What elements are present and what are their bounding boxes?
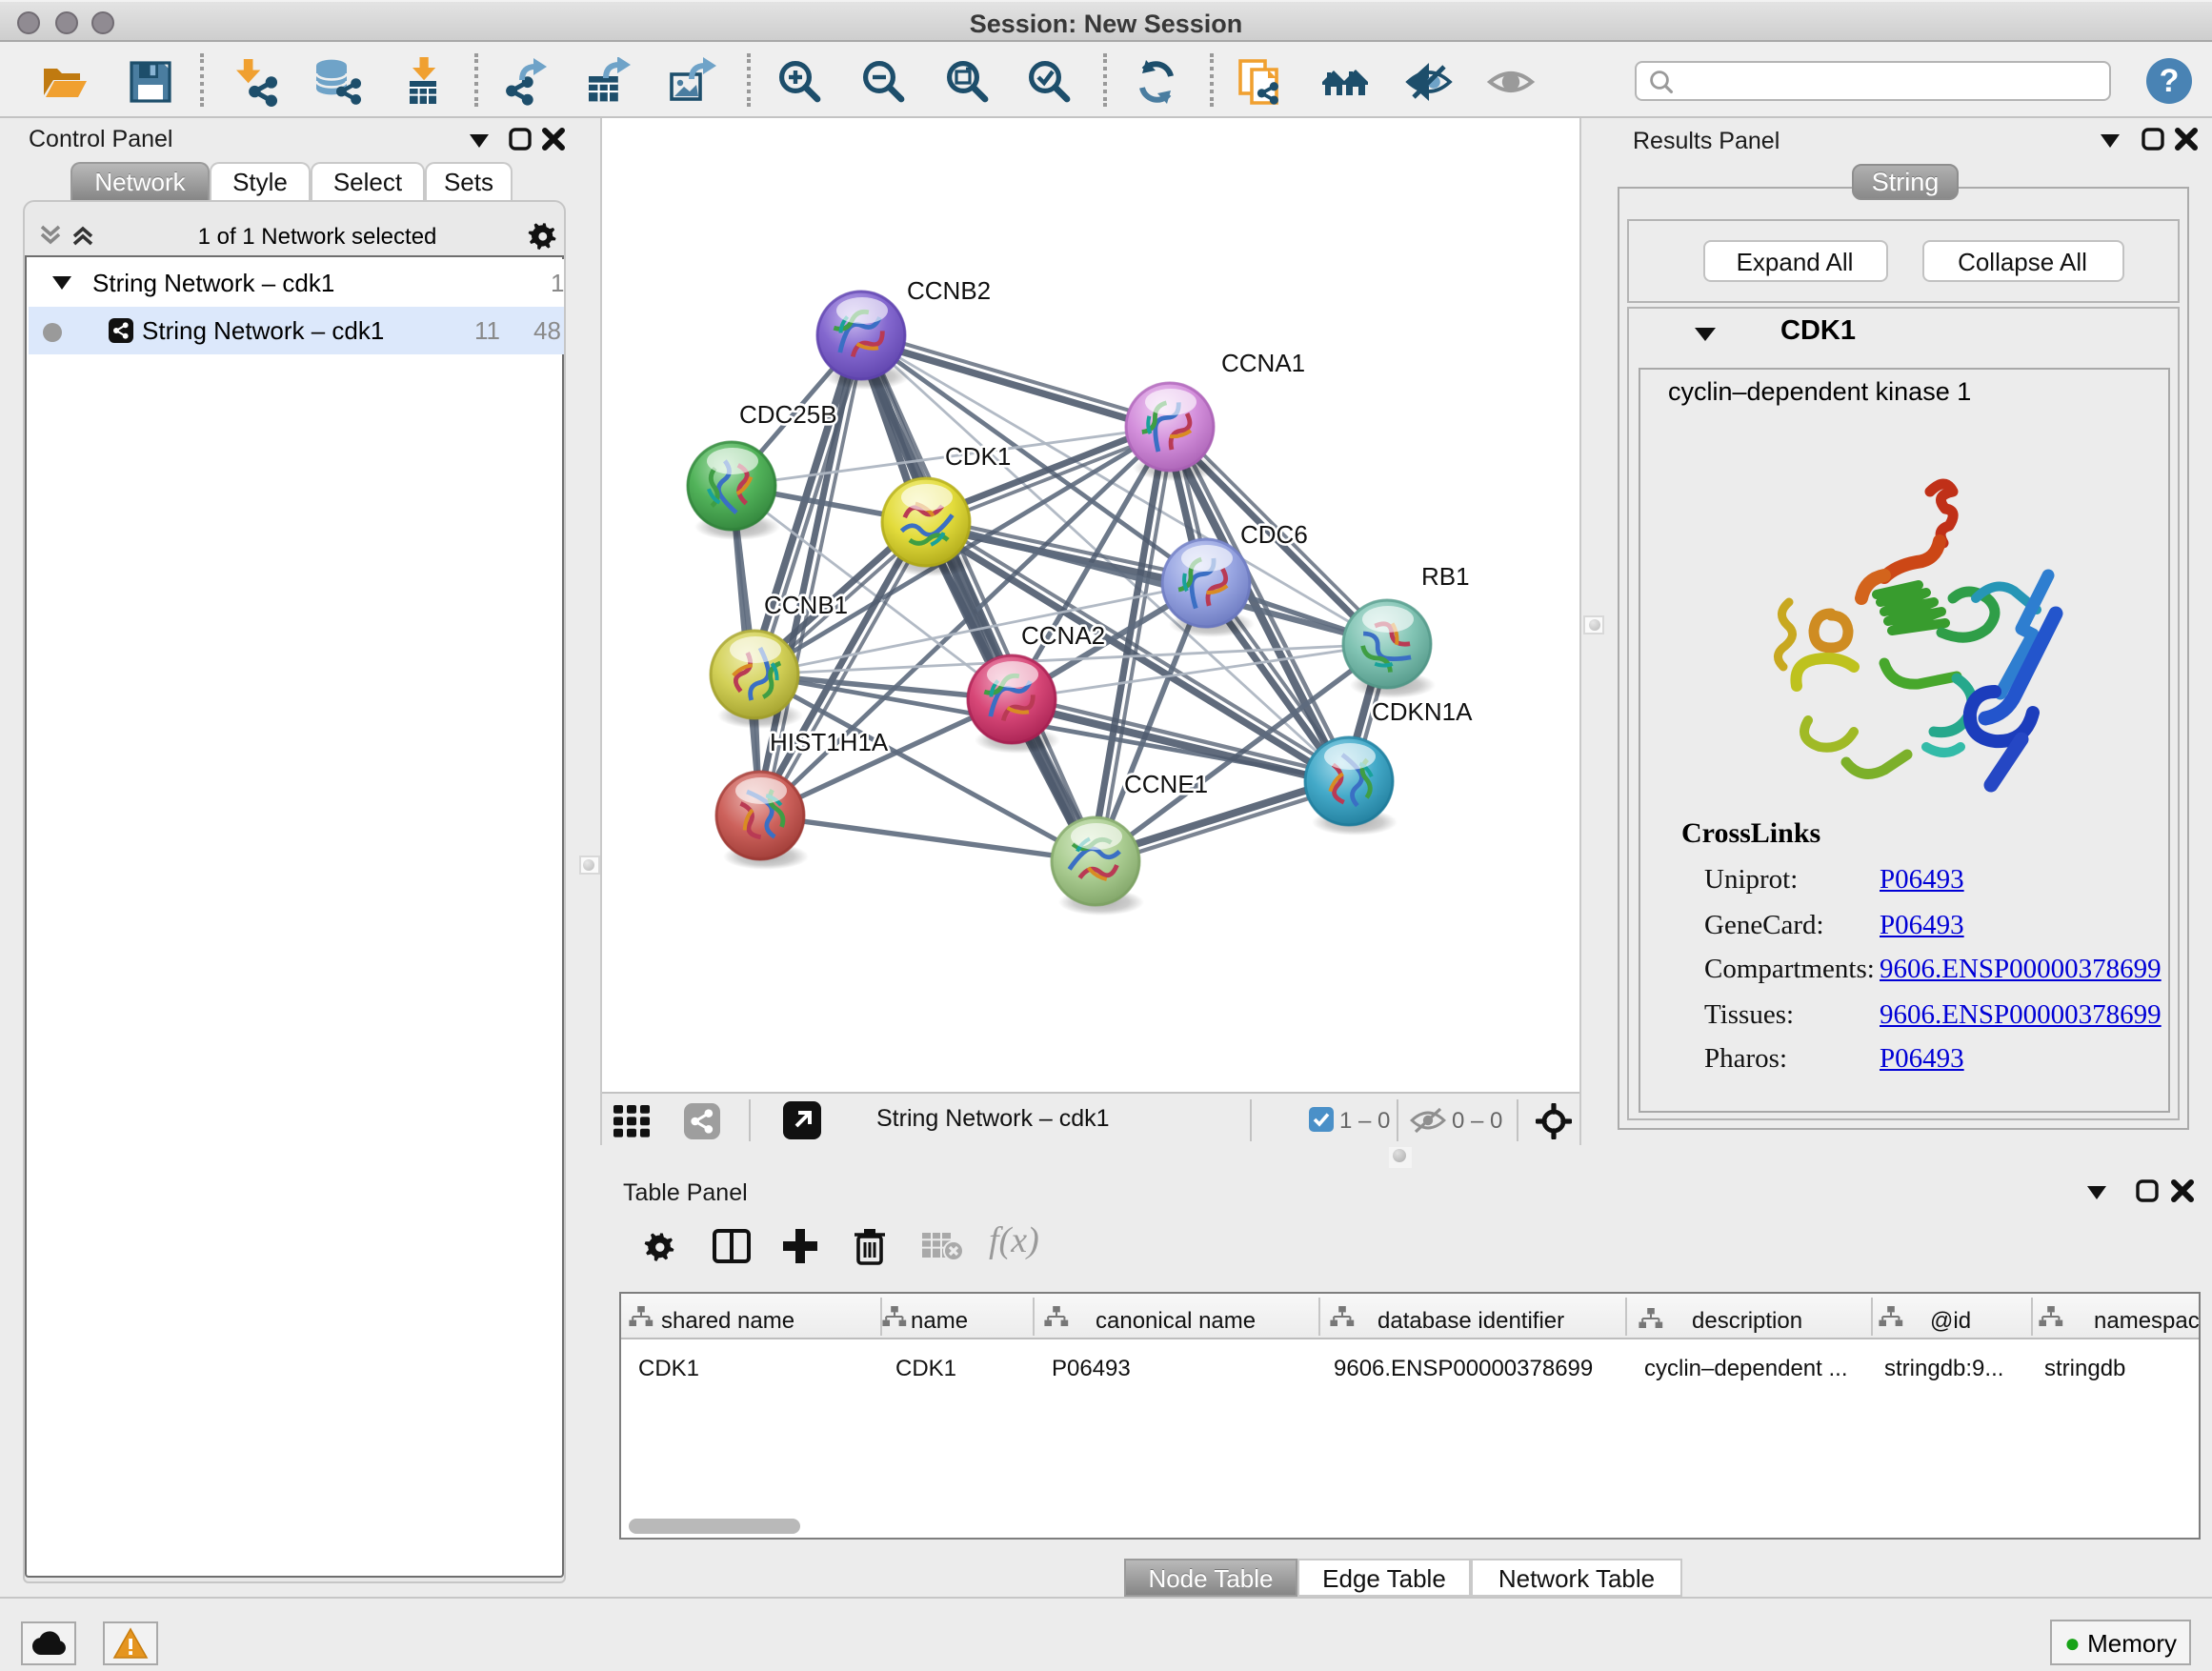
svg-text:CDK1: CDK1 <box>945 442 1011 471</box>
svg-text:CCNE1: CCNE1 <box>1124 770 1208 798</box>
svg-text:CCNB1: CCNB1 <box>764 591 848 619</box>
svg-text:RB1: RB1 <box>1421 562 1470 591</box>
svg-text:CCNA2: CCNA2 <box>1021 621 1105 650</box>
svg-text:HIST1H1A: HIST1H1A <box>770 728 889 756</box>
svg-text:CDC6: CDC6 <box>1240 520 1308 549</box>
svg-text:?: ? <box>2159 63 2179 99</box>
svg-text:CCNA1: CCNA1 <box>1221 349 1305 377</box>
svg-text:CCNB2: CCNB2 <box>907 276 991 305</box>
svg-text:CDKN1A: CDKN1A <box>1372 697 1473 726</box>
svg-text:CDC25B: CDC25B <box>739 400 837 429</box>
